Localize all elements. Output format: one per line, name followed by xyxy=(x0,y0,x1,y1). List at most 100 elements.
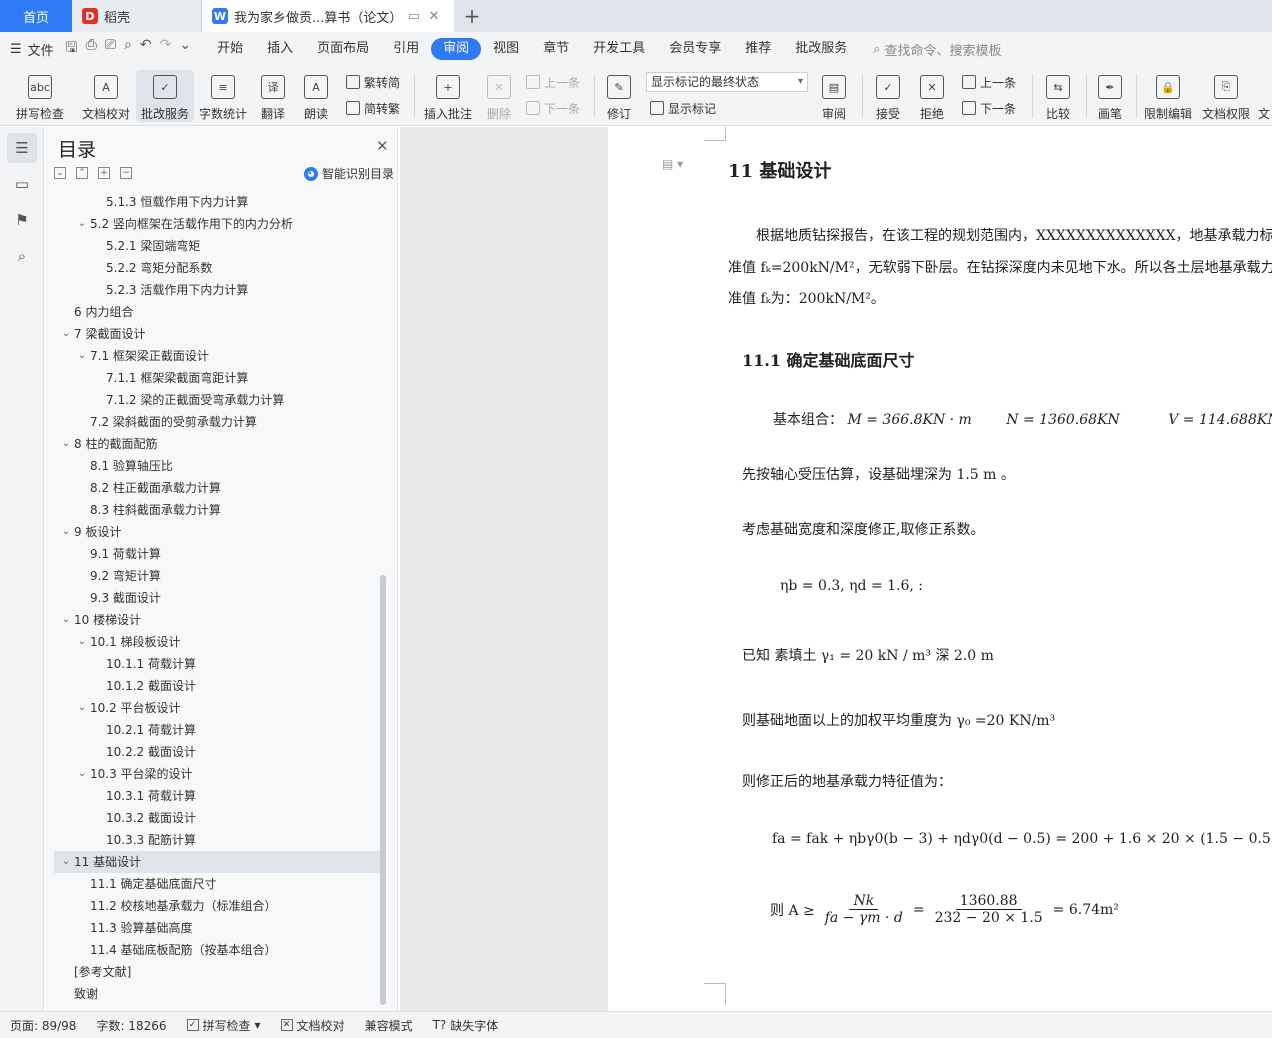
toc-item[interactable]: 5.1.3 恒载作用下内力计算 xyxy=(54,191,380,213)
status-proofread[interactable]: ✕ 文档校对 xyxy=(271,1017,355,1034)
toc-item[interactable]: 9.1 荷载计算 xyxy=(54,543,380,565)
toc-item[interactable]: 10.2.2 截面设计 xyxy=(54,741,380,763)
proofread-button[interactable]: A 文档校对 xyxy=(78,70,134,122)
toc-item[interactable]: 10.3.1 荷载计算 xyxy=(54,785,380,807)
ribbon-overflow-button[interactable]: 文 xyxy=(1258,70,1272,122)
menu-tab[interactable]: 推荐 xyxy=(733,38,783,60)
smart-toc-button[interactable]: ◕ 智能识别目录 xyxy=(304,165,394,182)
toc-item[interactable]: 9.3 截面设计 xyxy=(54,587,380,609)
paragraph-menu-icon[interactable]: ▤ ▾ xyxy=(662,157,683,171)
chevron-down-icon[interactable]: ⌄ xyxy=(76,763,88,785)
expand-up-icon[interactable]: ⌃ xyxy=(76,167,88,179)
correction-service-button[interactable]: ✓ 批改服务 xyxy=(136,70,194,122)
toc-item[interactable]: 11.2 校核地基承载力（标准组合） xyxy=(54,895,380,917)
preview-icon[interactable]: ⌕ xyxy=(124,37,132,61)
menu-tab[interactable]: 会员专享 xyxy=(657,38,733,60)
menu-tab[interactable]: 开发工具 xyxy=(581,38,657,60)
new-tab-button[interactable]: + xyxy=(454,0,490,32)
document-permission-button[interactable]: ⎘ 文档权限 xyxy=(1198,70,1254,122)
tab-daoke[interactable]: D 稻壳 xyxy=(72,0,202,32)
toc-item[interactable]: ⌄ 10 楼梯设计 xyxy=(54,609,380,631)
bookmark-icon[interactable]: ⚑ xyxy=(7,205,37,235)
prev-change-button[interactable]: 上一条 xyxy=(962,72,1016,92)
toc-item[interactable]: 10.1.2 截面设计 xyxy=(54,675,380,697)
word-count-button[interactable]: ≡ 字数统计 xyxy=(196,70,250,122)
toc-item[interactable]: ⌄ 10.1 梯段板设计 xyxy=(54,631,380,653)
toc-item[interactable]: 5.2.1 梁固端弯矩 xyxy=(54,235,380,257)
toc-item[interactable]: 10.2.1 荷载计算 xyxy=(54,719,380,741)
save-icon[interactable]: 🖫 xyxy=(66,37,78,61)
prev-comment-button[interactable]: 上一条 xyxy=(526,72,580,92)
toc-item[interactable]: 9.2 弯矩计算 xyxy=(54,565,380,587)
toc-item[interactable]: ⌄ 10.2 平台板设计 xyxy=(54,697,380,719)
menu-tab[interactable]: 插入 xyxy=(255,38,305,60)
tab-pin-icon[interactable]: ▭ xyxy=(404,9,424,24)
chevron-down-icon[interactable]: ⌄ xyxy=(76,345,88,367)
remove-heading-icon[interactable]: − xyxy=(120,167,132,179)
undo-icon[interactable]: ↶ xyxy=(140,37,152,61)
reject-button[interactable]: ✕ 拒绝 xyxy=(912,70,952,122)
toc-item[interactable]: ⌄ 7.1 框架梁正截面设计 xyxy=(54,345,380,367)
translate-button[interactable]: 译翻译 xyxy=(254,70,292,122)
chevron-down-icon[interactable]: ⌄ xyxy=(60,433,72,455)
track-changes-button[interactable]: ✎ 修订 xyxy=(600,70,638,122)
spell-check-button[interactable]: abc 拼写检查 xyxy=(8,70,72,122)
toc-item[interactable]: 8.2 柱正截面承载力计算 xyxy=(54,477,380,499)
toc-item[interactable]: [参考文献] xyxy=(54,961,380,983)
add-heading-icon[interactable]: + xyxy=(98,167,110,179)
print-icon[interactable]: ⎚ xyxy=(105,37,116,61)
menu-tab[interactable]: 章节 xyxy=(531,38,581,60)
close-icon[interactable]: ✕ xyxy=(376,137,389,155)
menu-tab[interactable]: 视图 xyxy=(481,38,531,60)
command-search[interactable]: ⌕ 查找命令、搜索模板 xyxy=(873,40,1001,59)
collapse-all-icon[interactable]: ⌄ xyxy=(54,167,66,179)
toc-item[interactable]: 10.1.1 荷载计算 xyxy=(54,653,380,675)
pen-button[interactable]: ✒ 画笔 xyxy=(1092,70,1128,122)
toc-item[interactable]: 7.1.2 梁的正截面受弯承载力计算 xyxy=(54,389,380,411)
redo-icon[interactable]: ↷ xyxy=(160,37,172,61)
restrict-editing-button[interactable]: 🔒 限制编辑 xyxy=(1140,70,1196,122)
search-icon[interactable]: ⌕ xyxy=(7,241,37,271)
close-icon[interactable]: ✕ xyxy=(424,9,444,24)
toc-item[interactable]: 8.1 验算轴压比 xyxy=(54,455,380,477)
toc-item[interactable]: 7.1.1 框架梁截面弯距计算 xyxy=(54,367,380,389)
toc-item[interactable]: ⌄ 10.3 平台梁的设计 xyxy=(54,763,380,785)
accept-button[interactable]: ✓ 接受 xyxy=(868,70,908,122)
chevron-down-icon[interactable]: ⌄ xyxy=(76,213,88,235)
menu-tab[interactable]: 审阅 xyxy=(431,38,482,60)
export-icon[interactable]: ⎙ xyxy=(86,37,97,61)
toc-item[interactable]: 8.3 柱斜截面承载力计算 xyxy=(54,499,380,521)
toc-item[interactable]: 5.2.3 活载作用下内力计算 xyxy=(54,279,380,301)
menu-tab[interactable]: 开始 xyxy=(205,38,255,60)
toc-item[interactable]: ⌄ 11 基础设计 xyxy=(54,851,380,873)
insert-comment-button[interactable]: + 插入批注 xyxy=(420,70,476,122)
chevron-down-icon[interactable]: ⌄ xyxy=(76,631,88,653)
chevron-down-icon[interactable]: ⌄ xyxy=(179,37,191,61)
toc-item[interactable]: 10.3.3 配筋计算 xyxy=(54,829,380,851)
file-menu[interactable]: ☰ 文件 xyxy=(10,40,54,59)
chevron-down-icon[interactable]: ⌄ xyxy=(60,609,72,631)
review-pane-button[interactable]: ▤ 审阅 xyxy=(814,70,854,122)
show-markup-button[interactable]: 显示标记 xyxy=(650,98,716,118)
toc-item[interactable]: ⌄ 5.2 竖向框架在活载作用下的内力分析 xyxy=(54,213,380,235)
delete-comment-button[interactable]: ✕ 删除 xyxy=(480,70,518,122)
tab-document[interactable]: W 我为家乡做贡...算书（论文） ▭ ✕ xyxy=(202,0,454,32)
chevron-down-icon[interactable]: ⌄ xyxy=(76,697,88,719)
compat-mode[interactable]: 兼容模式 xyxy=(355,1017,423,1034)
compare-button[interactable]: ⇆ 比较 xyxy=(1038,70,1078,122)
toc-item[interactable]: ⌄ 8 柱的截面配筋 xyxy=(54,433,380,455)
simp-to-trad-button[interactable]: 简转繁 xyxy=(346,98,400,118)
trad-to-simp-button[interactable]: 繁转简 xyxy=(346,72,400,92)
toc-pane-icon[interactable]: ☰ xyxy=(7,133,37,163)
toc-item[interactable]: 5.2.2 弯矩分配系数 xyxy=(54,257,380,279)
toc-item[interactable]: 7.2 梁斜截面的受剪承载力计算 xyxy=(54,411,380,433)
missing-font[interactable]: T? 缺失字体 xyxy=(423,1017,509,1034)
toc-scrollbar[interactable] xyxy=(380,575,386,1005)
tab-home[interactable]: 首页 xyxy=(0,0,72,32)
word-count-indicator[interactable]: 字数: 18266 xyxy=(86,1017,176,1034)
page-indicator[interactable]: 页面: 89/98 xyxy=(0,1017,86,1034)
toc-item[interactable]: ⌄ 9 板设计 xyxy=(54,521,380,543)
toc-item[interactable]: 10.3.2 截面设计 xyxy=(54,807,380,829)
menu-tab[interactable]: 引用 xyxy=(381,38,431,60)
next-change-button[interactable]: 下一条 xyxy=(962,98,1016,118)
